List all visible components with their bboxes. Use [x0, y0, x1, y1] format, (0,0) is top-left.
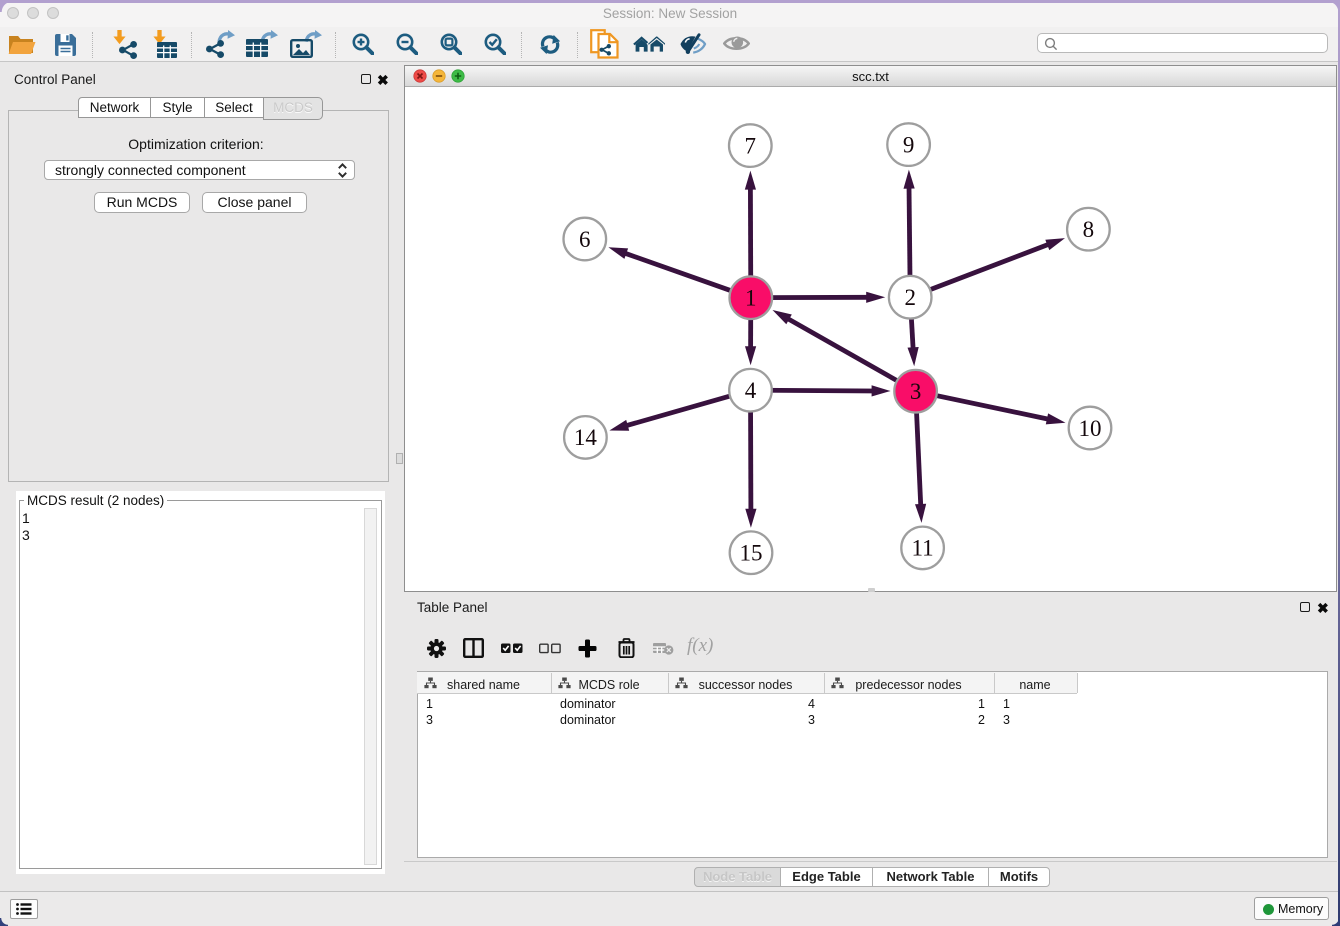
svg-text:4: 4: [745, 378, 757, 403]
svg-text:2: 2: [904, 285, 916, 310]
svg-text:15: 15: [740, 541, 763, 566]
svg-text:3: 3: [910, 379, 922, 404]
svg-text:11: 11: [912, 536, 934, 561]
svg-text:8: 8: [1083, 217, 1095, 242]
svg-text:1: 1: [745, 286, 757, 311]
svg-text:6: 6: [579, 227, 591, 252]
svg-text:14: 14: [574, 425, 598, 450]
svg-text:10: 10: [1079, 416, 1102, 441]
svg-text:9: 9: [903, 132, 915, 157]
svg-text:7: 7: [745, 133, 757, 158]
